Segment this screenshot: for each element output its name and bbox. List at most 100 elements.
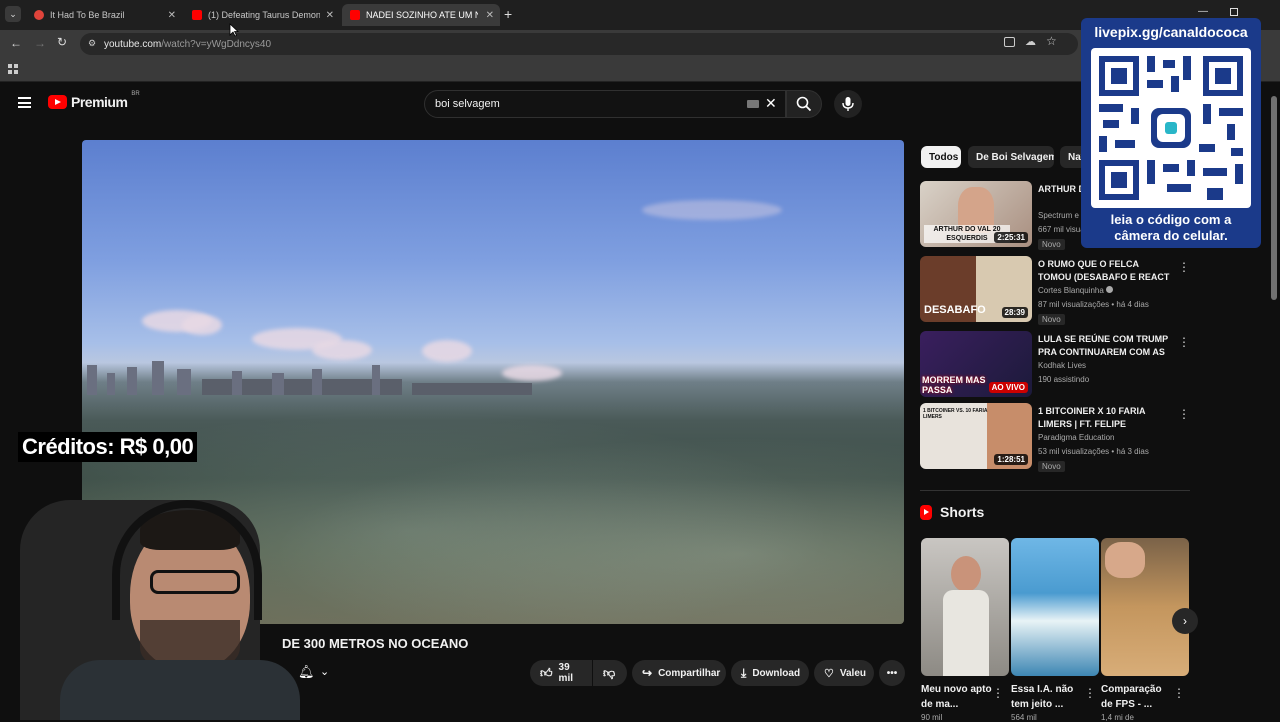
live-badge: AO VIVO bbox=[988, 382, 1028, 393]
short-thumbnail[interactable] bbox=[1101, 538, 1189, 676]
restore-icon[interactable] bbox=[1230, 8, 1238, 16]
channel-name[interactable]: Kodhak Lives bbox=[1038, 361, 1086, 370]
more-vertical-icon[interactable]: ⋮ bbox=[1084, 686, 1096, 700]
channel-name[interactable]: Paradigma Education bbox=[1038, 433, 1115, 442]
bookmark-star-icon[interactable]: ☆ bbox=[1046, 34, 1057, 48]
thumbs-up-icon: 👍︎ bbox=[540, 665, 553, 680]
new-tab-icon[interactable]: + bbox=[504, 6, 512, 22]
close-tab-icon[interactable]: ✕ bbox=[168, 10, 176, 21]
clear-search-icon[interactable]: ✕ bbox=[765, 95, 777, 112]
notifications-bell-icon[interactable]: 🔔︎ bbox=[298, 664, 315, 680]
tab-title: (1) Defeating Taurus Demon wit bbox=[208, 10, 320, 20]
short-title[interactable]: Essa I.A. não tem jeito ... bbox=[1011, 682, 1085, 712]
video-thumbnail[interactable]: ARTHUR DO VAL 20 ESQUERDIS 2:25:31 bbox=[920, 181, 1032, 247]
thumbnail-text: MORREM MAS PASSA bbox=[922, 375, 986, 395]
thumbs-down-icon: 👎︎ bbox=[603, 665, 616, 680]
url-path: /watch?v=yWgDdncys40 bbox=[161, 38, 272, 50]
more-vertical-icon[interactable]: ⋮ bbox=[1178, 335, 1190, 349]
more-vertical-icon[interactable]: ⋮ bbox=[1178, 260, 1190, 274]
download-button[interactable]: ⤓ Download bbox=[731, 660, 809, 686]
url-host: youtube.com bbox=[104, 38, 162, 50]
browser-tab-3-active[interactable]: NADEI SOZINHO ATE UM NAVI ✕ bbox=[342, 4, 500, 26]
video-title: DE 300 METROS NO OCEANO bbox=[282, 636, 469, 651]
search-button[interactable] bbox=[786, 90, 822, 118]
chip-todos[interactable]: Todos bbox=[921, 146, 961, 168]
cloud bbox=[642, 200, 782, 220]
dislike-button[interactable]: 👎︎ bbox=[593, 660, 627, 686]
browser-tab-1[interactable]: It Had To Be Brazil ✕ bbox=[26, 4, 182, 26]
more-vertical-icon[interactable]: ⋮ bbox=[992, 686, 1004, 700]
reload-icon[interactable]: ↻ bbox=[57, 35, 67, 49]
section-divider bbox=[920, 490, 1190, 491]
more-vertical-icon[interactable]: ⋮ bbox=[1178, 407, 1190, 421]
back-icon[interactable]: ← bbox=[10, 36, 22, 50]
city-skyline bbox=[82, 345, 542, 395]
keyboard-icon[interactable] bbox=[747, 100, 759, 108]
share-icon: ↪ bbox=[642, 666, 653, 680]
recommendation-title[interactable]: 1 BITCOINER X 10 FARIA LIMERS | FT. FELI… bbox=[1038, 405, 1174, 431]
thumbnail-person bbox=[951, 556, 981, 592]
tab-list-dropdown[interactable]: ⌄ bbox=[5, 6, 21, 22]
verified-icon bbox=[1106, 286, 1114, 293]
super-thanks-icon: ♡ bbox=[824, 667, 834, 680]
channel-name[interactable]: Cortes Blanquinha bbox=[1038, 286, 1114, 295]
short-title[interactable]: Meu novo apto de ma... bbox=[921, 682, 995, 712]
video-thumbnail[interactable]: MORREM MAS PASSA AO VIVO bbox=[920, 331, 1032, 397]
more-actions-button[interactable]: ••• bbox=[879, 660, 905, 686]
video-thumbnail[interactable]: DESABAFO 28:39 bbox=[920, 256, 1032, 322]
chip-de-boi-selvagem[interactable]: De Boi Selvagem bbox=[968, 146, 1054, 168]
region-code: BR bbox=[131, 91, 140, 97]
thanks-button[interactable]: ♡ Valeu bbox=[814, 660, 874, 686]
shorts-next-button[interactable]: › bbox=[1172, 608, 1198, 634]
close-tab-icon[interactable]: ✕ bbox=[486, 10, 494, 21]
view-count: 87 mil visualizações • há 4 dias bbox=[1038, 300, 1149, 309]
minimize-icon[interactable]: — bbox=[1198, 6, 1208, 17]
tab-title: It Had To Be Brazil bbox=[50, 10, 125, 20]
install-app-icon[interactable] bbox=[1004, 37, 1015, 47]
shirt bbox=[60, 660, 300, 720]
youtube-favicon bbox=[192, 10, 202, 20]
recommendation-title[interactable]: O RUMO QUE O FELCA TOMOU (DESABAFO E REA… bbox=[1038, 258, 1174, 284]
voice-search-button[interactable] bbox=[834, 90, 862, 118]
recommendation-item[interactable]: MORREM MAS PASSA AO VIVO LULA SE REÚNE C… bbox=[920, 331, 1190, 399]
apps-grid-icon[interactable] bbox=[8, 64, 18, 74]
close-tab-icon[interactable]: ✕ bbox=[326, 10, 334, 21]
cloud bbox=[182, 315, 222, 335]
hamburger-menu-icon[interactable] bbox=[18, 97, 31, 108]
duration-badge: 1:28:51 bbox=[994, 454, 1028, 465]
webcam-feed bbox=[0, 470, 300, 720]
qr-url-text: livepix.gg/canaldococa bbox=[1094, 24, 1248, 40]
thumbnail-person bbox=[1105, 542, 1145, 578]
youtube-logo[interactable]: Premium BR bbox=[48, 91, 140, 110]
chevron-down-icon[interactable]: ⌄ bbox=[320, 665, 329, 678]
channel-name[interactable]: Spectrum e I bbox=[1038, 211, 1083, 220]
short-thumbnail[interactable] bbox=[921, 538, 1009, 676]
cast-icon[interactable]: ☁ bbox=[1025, 35, 1036, 48]
short-thumbnail[interactable] bbox=[1011, 538, 1099, 676]
recommendation-item[interactable]: DESABAFO 28:39 O RUMO QUE O FELCA TOMOU … bbox=[920, 256, 1190, 325]
download-label: Download bbox=[752, 667, 801, 679]
recommendation-title[interactable]: LULA SE REÚNE COM TRUMP PRA CONTINUAREM … bbox=[1038, 333, 1174, 359]
search-input[interactable]: boi selvagem ✕ bbox=[424, 90, 786, 118]
thumbnail-text: 1 BITCOINER VS. 10 FARIA LIMERS bbox=[923, 408, 988, 420]
recommendation-item[interactable]: 1 BITCOINER VS. 10 FARIA LIMERS 1:28:51 … bbox=[920, 403, 1190, 472]
viewers-count: 190 assistindo bbox=[1038, 375, 1090, 384]
view-count: 53 mil visualizações • há 3 dias bbox=[1038, 447, 1149, 456]
video-thumbnail[interactable]: 1 BITCOINER VS. 10 FARIA LIMERS 1:28:51 bbox=[920, 403, 1032, 469]
page-scrollbar[interactable] bbox=[1271, 96, 1277, 300]
browser-tab-2[interactable]: (1) Defeating Taurus Demon wit ✕ bbox=[184, 4, 340, 26]
more-vertical-icon[interactable]: ⋮ bbox=[1173, 686, 1185, 700]
like-button[interactable]: 👍︎ 39 mil bbox=[530, 660, 592, 686]
download-icon: ⤓ bbox=[741, 665, 747, 680]
livepix-qr-overlay: livepix.gg/canaldococa leia o código com… bbox=[1081, 18, 1261, 248]
thanks-label: Valeu bbox=[839, 667, 867, 679]
duration-badge: 28:39 bbox=[1001, 307, 1028, 318]
site-settings-icon[interactable]: ⚙ bbox=[88, 38, 96, 49]
qr-caption: leia o código com a câmera do celular. bbox=[1081, 212, 1261, 244]
glasses bbox=[150, 570, 240, 594]
share-button[interactable]: ↪ Compartilhar bbox=[632, 660, 726, 686]
forward-icon[interactable]: → bbox=[34, 36, 46, 50]
shorts-title: Shorts bbox=[940, 504, 985, 520]
short-title[interactable]: Comparação de FPS - ... bbox=[1101, 682, 1175, 712]
mouse-cursor-icon bbox=[229, 23, 239, 37]
